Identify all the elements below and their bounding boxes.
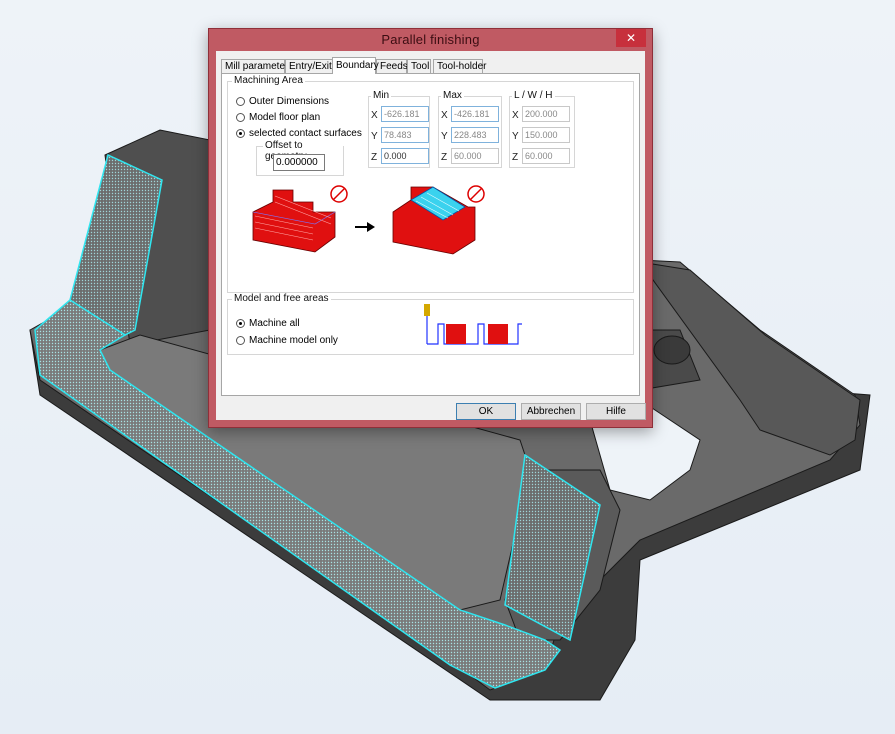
lwh-y-label: Y bbox=[512, 131, 519, 142]
max-x-label: X bbox=[441, 110, 448, 121]
ok-button[interactable]: OK bbox=[456, 403, 516, 420]
min-x-input[interactable]: -626.181 bbox=[381, 106, 429, 122]
length-field: 200.000 bbox=[522, 106, 570, 122]
close-icon: ✕ bbox=[625, 31, 637, 45]
lwh-z-label: Z bbox=[512, 152, 519, 163]
stepped-block-selected-icon bbox=[392, 185, 485, 255]
option-selected-contact-surfaces[interactable]: selected contact surfaces bbox=[236, 128, 362, 139]
free-area-illustration bbox=[424, 304, 522, 345]
stepped-block-all-icon bbox=[252, 185, 348, 253]
radio-machine-model-only[interactable] bbox=[236, 336, 245, 345]
arrow-right-icon bbox=[355, 222, 375, 232]
lwh-x-label: X bbox=[512, 110, 519, 121]
model-free-areas-label: Model and free areas bbox=[232, 293, 331, 304]
max-group: Max X -426.181 Y 228.483 Z 60.000 bbox=[438, 90, 502, 168]
parallel-finishing-dialog: Parallel finishing ✕ Mill parameters Ent… bbox=[208, 28, 653, 428]
max-x-input[interactable]: -426.181 bbox=[451, 106, 499, 122]
min-z-label: Z bbox=[371, 152, 378, 163]
option-machine-all[interactable]: Machine all bbox=[236, 318, 300, 329]
close-button[interactable]: ✕ bbox=[616, 29, 646, 47]
machining-area-label: Machining Area bbox=[232, 75, 305, 86]
max-z-label: Z bbox=[441, 152, 448, 163]
tab-feeds[interactable]: Feeds bbox=[376, 59, 408, 73]
min-x-label: X bbox=[371, 110, 378, 121]
radio-machine-all[interactable] bbox=[236, 319, 245, 328]
boundary-tab-panel: Machining Area Outer Dimensions Model fl… bbox=[221, 73, 640, 396]
option-machine-all-label: Machine all bbox=[249, 318, 300, 329]
max-y-label: Y bbox=[441, 131, 448, 142]
radio-outer-dimensions[interactable] bbox=[236, 97, 245, 106]
max-label: Max bbox=[441, 90, 464, 101]
tab-tool-holder[interactable]: Tool-holder bbox=[433, 59, 486, 73]
min-z-input[interactable]: 0.000 bbox=[381, 148, 429, 164]
option-outer-dimensions[interactable]: Outer Dimensions bbox=[236, 96, 329, 107]
tab-boundary[interactable]: Boundary bbox=[332, 57, 379, 74]
max-z-input[interactable]: 60.000 bbox=[451, 148, 499, 164]
boundary-illustration bbox=[252, 185, 485, 255]
dialog-titlebar[interactable]: Parallel finishing ✕ bbox=[209, 29, 652, 51]
option-model-floor-plan-label: Model floor plan bbox=[249, 112, 321, 123]
option-machine-model-only[interactable]: Machine model only bbox=[236, 335, 338, 346]
min-y-label: Y bbox=[371, 131, 378, 142]
width-field: 150.000 bbox=[522, 127, 570, 143]
tab-tool[interactable]: Tool bbox=[407, 59, 431, 73]
tab-mill-parameters[interactable]: Mill parameters bbox=[221, 59, 293, 73]
min-label: Min bbox=[371, 90, 392, 101]
lwh-label: L / W / H bbox=[512, 90, 555, 101]
min-group: Min X -626.181 Y 78.483 Z 0.000 bbox=[368, 90, 430, 168]
tab-entry-exit[interactable]: Entry/Exit bbox=[285, 59, 333, 73]
option-selected-contact-surfaces-label: selected contact surfaces bbox=[249, 128, 362, 139]
radio-model-floor-plan[interactable] bbox=[236, 113, 245, 122]
option-machine-model-only-label: Machine model only bbox=[249, 335, 338, 346]
help-button[interactable]: Hilfe bbox=[586, 403, 646, 420]
cancel-button[interactable]: Abbrechen bbox=[521, 403, 581, 420]
max-y-input[interactable]: 228.483 bbox=[451, 127, 499, 143]
option-outer-dimensions-label: Outer Dimensions bbox=[249, 96, 330, 107]
height-field: 60.000 bbox=[522, 148, 570, 164]
model-free-areas-group: Model and free areas Machine all Machine… bbox=[227, 293, 634, 355]
radio-selected-contact-surfaces[interactable] bbox=[236, 129, 245, 138]
dialog-client-area: Mill parameters Entry/Exit Boundary Feed… bbox=[216, 51, 646, 420]
offset-to-geometry-input[interactable]: 0.000000 bbox=[273, 154, 325, 171]
dialog-title: Parallel finishing bbox=[381, 32, 480, 47]
tool-icon bbox=[424, 304, 430, 316]
machining-area-group: Machining Area Outer Dimensions Model fl… bbox=[227, 75, 634, 293]
min-y-input[interactable]: 78.483 bbox=[381, 127, 429, 143]
lwh-group: L / W / H X 200.000 Y 150.000 Z 60.000 bbox=[509, 90, 575, 168]
option-model-floor-plan[interactable]: Model floor plan bbox=[236, 112, 320, 123]
